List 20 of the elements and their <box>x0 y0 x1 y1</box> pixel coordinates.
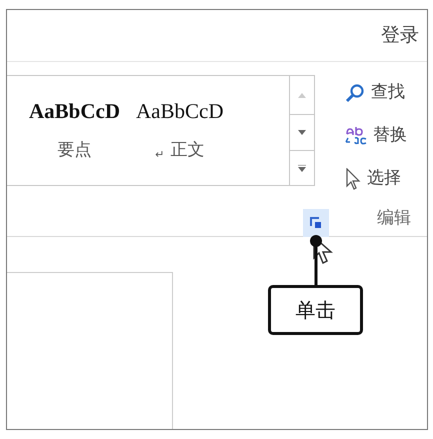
ribbon-button[interactable]: 替换 <box>345 119 407 153</box>
up-arrow-icon <box>298 92 306 98</box>
expand-icon <box>298 164 306 172</box>
paragraph-mark: ↵ <box>155 146 164 162</box>
style-name[interactable]: 要点 <box>58 138 92 163</box>
replace-icon <box>345 126 367 146</box>
ribbon-button[interactable]: 查找 <box>345 76 407 110</box>
ribbon-button[interactable]: 选择 <box>345 162 407 196</box>
group-label: 编辑 <box>377 207 411 230</box>
style-preview[interactable]: AaBbCcD <box>29 96 120 128</box>
callout-label: 单击 <box>268 285 363 335</box>
launcher-icon <box>310 217 322 229</box>
down-arrow-icon <box>298 130 306 135</box>
search-icon <box>345 83 365 103</box>
pointer-icon <box>345 168 361 190</box>
leader-line <box>309 234 323 286</box>
style-preview[interactable]: AaBbCcD <box>136 96 224 128</box>
style-name[interactable]: 正文 <box>170 138 204 163</box>
dialog-launcher-button[interactable] <box>303 209 329 237</box>
sign-in-link[interactable]: 登录 <box>381 21 419 50</box>
